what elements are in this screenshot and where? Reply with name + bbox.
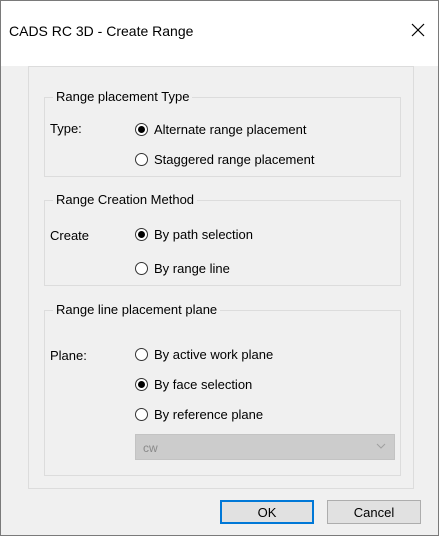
reference-plane-select[interactable]: cw xyxy=(135,434,395,460)
ok-button[interactable]: OK xyxy=(220,500,314,524)
radio-staggered-range-placement[interactable]: Staggered range placement xyxy=(135,152,314,167)
radio-by-range-line[interactable]: By range line xyxy=(135,261,230,276)
radio-indicator xyxy=(135,348,148,361)
radio-indicator xyxy=(135,408,148,421)
creation-method-legend: Range Creation Method xyxy=(53,192,198,207)
placement-plane-legend: Range line placement plane xyxy=(53,302,221,317)
radio-label: By face selection xyxy=(154,377,253,392)
close-button[interactable] xyxy=(402,15,434,45)
radio-indicator xyxy=(135,262,148,275)
radio-by-active-work-plane[interactable]: By active work plane xyxy=(135,347,273,362)
radio-by-path-selection[interactable]: By path selection xyxy=(135,227,253,242)
radio-label: By range line xyxy=(154,261,230,276)
close-icon xyxy=(411,23,425,37)
radio-by-reference-plane[interactable]: By reference plane xyxy=(135,407,263,422)
cancel-button[interactable]: Cancel xyxy=(327,500,421,524)
create-label: Create xyxy=(50,228,90,243)
radio-label: By reference plane xyxy=(154,407,264,422)
dialog-content: Range placement Type Type: Alternate ran… xyxy=(28,66,414,489)
radio-alternate-range-placement[interactable]: Alternate range placement xyxy=(135,122,306,137)
type-label: Type: xyxy=(50,121,82,136)
plane-label: Plane: xyxy=(50,348,87,363)
placement-type-legend: Range placement Type xyxy=(53,89,193,104)
window-title: CADS RC 3D - Create Range xyxy=(9,23,194,39)
reference-plane-value: cw xyxy=(143,441,158,455)
radio-indicator xyxy=(135,228,148,241)
radio-label: By path selection xyxy=(154,227,254,242)
radio-by-face-selection[interactable]: By face selection xyxy=(135,377,252,392)
create-range-dialog: CADS RC 3D - Create Range Range placemen… xyxy=(0,0,439,536)
radio-label: Staggered range placement xyxy=(154,152,315,167)
radio-indicator xyxy=(135,123,148,136)
title-bar: CADS RC 3D - Create Range xyxy=(1,1,438,66)
radio-indicator xyxy=(135,153,148,166)
radio-indicator xyxy=(135,378,148,391)
radio-label: Alternate range placement xyxy=(154,122,307,137)
radio-label: By active work plane xyxy=(154,347,274,362)
chevron-down-icon xyxy=(376,443,386,449)
